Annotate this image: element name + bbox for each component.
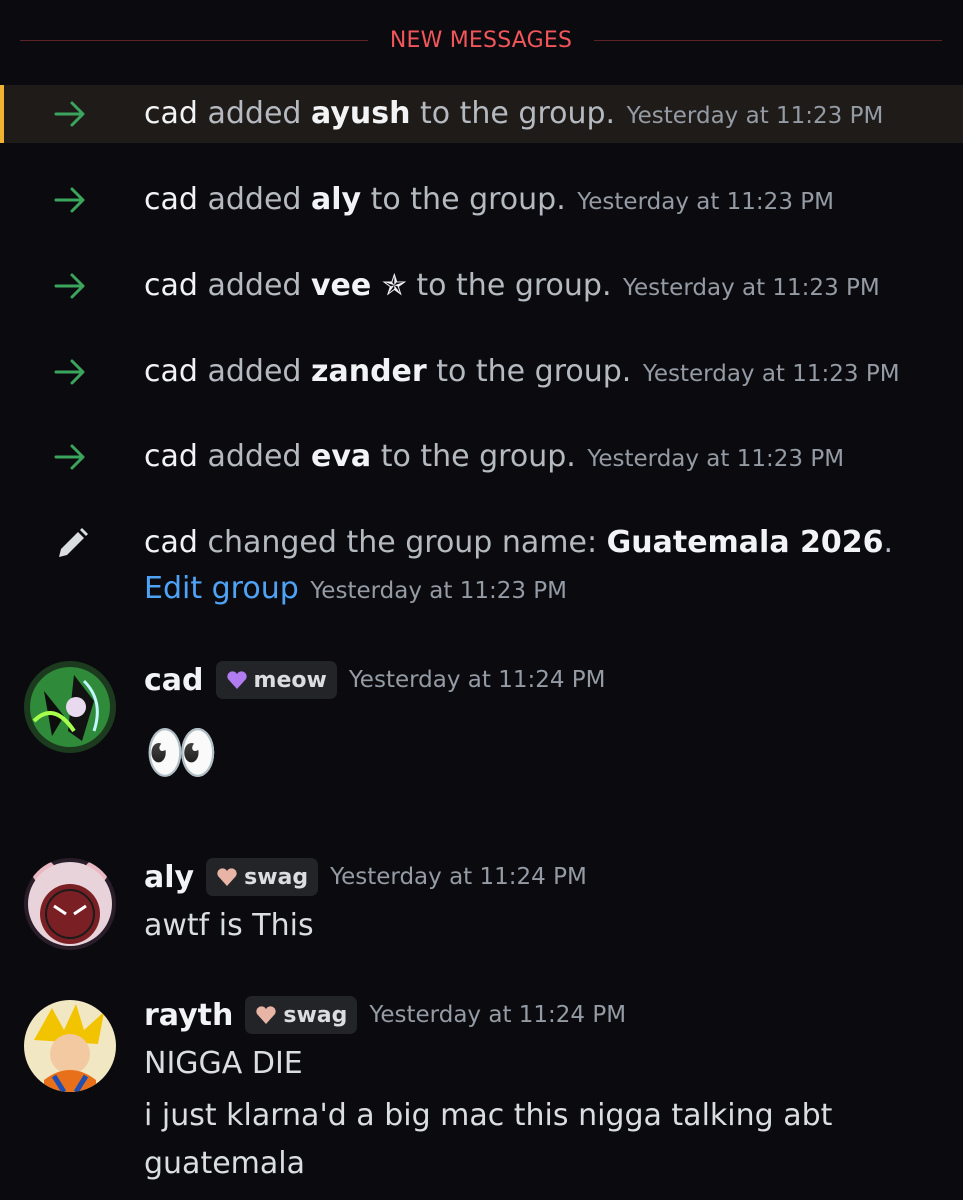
system-message-text: cad added ayush to the group. Yesterday … (144, 95, 883, 135)
timestamp: Yesterday at 11:23 PM (642, 361, 900, 387)
role-tag-label: swag (244, 864, 309, 890)
timestamp: Yesterday at 11:23 PM (577, 189, 834, 215)
actor-name[interactable]: cad (144, 96, 198, 131)
timestamp: Yesterday at 11:23 PM (587, 446, 845, 472)
timestamp: Yesterday at 11:24 PM (330, 864, 587, 890)
author-name[interactable]: aly (144, 860, 194, 895)
author-name[interactable]: cad (144, 663, 204, 698)
role-tag[interactable]: swag (245, 996, 358, 1034)
avatar-image (24, 1000, 116, 1092)
suffix: to the group. (436, 354, 632, 389)
new-messages-divider: NEW MESSAGES (20, 20, 942, 60)
group-name: Guatemala 2026 (606, 525, 884, 560)
system-message-text: cad added eva to the group. Yesterday at… (144, 438, 844, 478)
actor-name[interactable]: cad (144, 354, 198, 389)
target-name[interactable]: vee ✯ (311, 268, 407, 303)
heart-icon (256, 1006, 277, 1024)
message-body: NIGGA DIE i just klarna'd a big mac this… (144, 1040, 904, 1188)
author-name[interactable]: rayth (144, 998, 233, 1033)
period: . (883, 525, 894, 560)
role-tag-label: swag (283, 1002, 348, 1028)
pencil-icon (59, 528, 88, 557)
message-body: awtf is This (144, 902, 904, 950)
avatar-image (24, 858, 116, 950)
actor-name[interactable]: cad (144, 268, 198, 303)
system-message[interactable]: cad added eva to the group. Yesterday at… (0, 428, 963, 486)
rename-message: cad changed the group name: Guatemala 20… (144, 520, 893, 614)
unread-highlight-bar (0, 85, 4, 143)
verb: added (207, 354, 302, 389)
timestamp: Yesterday at 11:23 PM (623, 275, 880, 301)
divider-line-right (594, 39, 942, 41)
edit-group-link[interactable]: Edit group (144, 571, 299, 606)
system-message-text: cad added zander to the group. Yesterday… (144, 353, 900, 393)
avatar-image (24, 661, 116, 753)
message-line: i just klarna'd a big mac this nigga tal… (144, 1098, 833, 1181)
system-message[interactable]: cad added ayush to the group. Yesterday … (0, 85, 963, 143)
system-message[interactable]: cad added zander to the group. Yesterday… (0, 343, 963, 401)
timestamp: Yesterday at 11:24 PM (369, 1002, 627, 1028)
member-join-arrow-icon (54, 187, 85, 213)
timestamp: Yesterday at 11:23 PM (626, 103, 884, 129)
target-name[interactable]: eva (311, 439, 371, 474)
actor-name[interactable]: cad (144, 182, 198, 217)
target-name[interactable]: aly (311, 182, 361, 217)
message-line: awtf is This (144, 908, 314, 943)
target-name[interactable]: zander (311, 354, 427, 389)
heart-icon (217, 868, 237, 886)
actor-name[interactable]: cad (144, 439, 198, 474)
system-message-text: cad added vee ✯ to the group. Yesterday … (144, 267, 880, 307)
member-join-arrow-icon (54, 101, 85, 127)
message-line: NIGGA DIE (144, 1046, 303, 1081)
role-tag-label: meow (253, 667, 327, 693)
actor-name[interactable]: cad (144, 525, 198, 560)
verb: added (207, 96, 302, 131)
suffix: to the group. (380, 439, 576, 474)
message-body: 👀 (144, 715, 904, 791)
timestamp: Yesterday at 11:24 PM (348, 667, 606, 693)
role-tag[interactable]: swag (206, 858, 319, 896)
member-join-arrow-icon (54, 359, 85, 385)
verb: added (207, 439, 302, 474)
role-tag[interactable]: meow (215, 661, 337, 699)
suffix: to the group. (420, 96, 616, 131)
heart-icon (226, 671, 247, 689)
member-join-arrow-icon (54, 273, 85, 299)
avatar[interactable] (24, 1000, 116, 1092)
system-message-text: cad added aly to the group. Yesterday at… (144, 181, 834, 221)
emoji-eyes: 👀 (144, 718, 219, 788)
suffix: to the group. (370, 182, 566, 217)
verb: added (207, 182, 302, 217)
system-message[interactable]: cad added vee ✯ to the group. Yesterday … (0, 257, 963, 315)
system-message[interactable]: cad added aly to the group. Yesterday at… (0, 171, 963, 229)
message-header: rayth swag Yesterday at 11:24 PM (144, 996, 626, 1034)
new-messages-label: NEW MESSAGES (389, 27, 573, 53)
verb: added (207, 268, 302, 303)
rename-text: changed the group name: (207, 525, 598, 560)
target-name[interactable]: ayush (311, 96, 410, 131)
avatar[interactable] (24, 661, 116, 753)
member-join-arrow-icon (54, 444, 85, 470)
timestamp: Yesterday at 11:23 PM (310, 578, 568, 604)
message-header: aly swag Yesterday at 11:24 PM (144, 858, 587, 896)
suffix: to the group. (416, 268, 612, 303)
message-header: cad meow Yesterday at 11:24 PM (144, 661, 606, 699)
avatar[interactable] (24, 858, 116, 950)
divider-line-left (20, 39, 368, 41)
